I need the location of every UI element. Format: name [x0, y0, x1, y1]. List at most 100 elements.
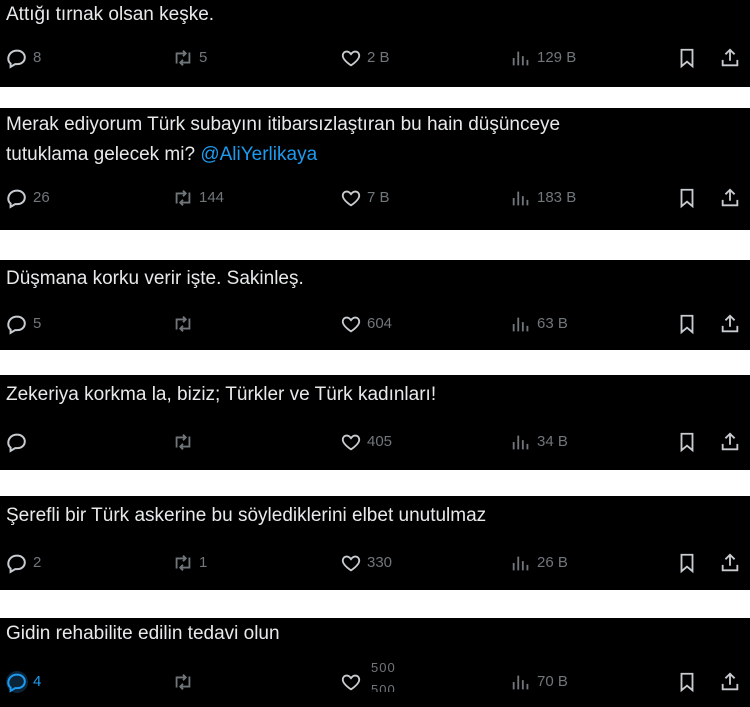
- bookmark-icon: [680, 553, 694, 574]
- retweet-button[interactable]: 5: [172, 46, 207, 70]
- retweet-button[interactable]: [172, 430, 199, 454]
- reply-icon: [7, 189, 26, 209]
- reply-icon: [7, 49, 26, 69]
- share-icon: [721, 314, 739, 333]
- like-button[interactable]: [340, 670, 362, 694]
- action-bar: 26 144 7 B 183 B: [0, 186, 750, 210]
- share-icon: [721, 48, 739, 67]
- tweet-2[interactable]: Merak ediyorum Türk subayını itibarsızla…: [0, 108, 750, 230]
- retweet-icon: [175, 316, 191, 332]
- views-button[interactable]: 26 B: [510, 551, 568, 575]
- reply-button[interactable]: 2: [6, 551, 41, 575]
- reply-icon: [6, 671, 28, 693]
- views-count: 34 B: [537, 433, 568, 450]
- action-bar: 8 5 2 B 129 B: [0, 46, 750, 70]
- tweet-text: Merak ediyorum Türk subayını itibarsızla…: [6, 114, 561, 135]
- reply-count: 26: [33, 189, 50, 206]
- like-count: 2 B: [367, 49, 390, 66]
- reply-icon: [7, 433, 26, 453]
- tweet-text-continued: tutuklama gelecek mi?: [6, 144, 196, 165]
- share-icon: [721, 432, 739, 451]
- heart-icon: [341, 190, 361, 207]
- tweet-text: Düşmana korku verir işte. Sakinleş.: [6, 268, 304, 289]
- retweet-count: 144: [199, 189, 225, 206]
- views-count: 70 B: [537, 673, 568, 690]
- views-icon: [512, 191, 529, 206]
- views-button[interactable]: 63 B: [510, 312, 568, 336]
- action-bar: 2 1 330 26 B: [0, 551, 750, 575]
- heart-icon: [341, 434, 361, 451]
- share-button[interactable]: [719, 430, 741, 454]
- bookmark-icon: [680, 188, 694, 209]
- retweet-icon: [175, 674, 191, 690]
- views-icon: [512, 51, 529, 66]
- tweet-4[interactable]: Zekeriya korkma la, biziz; Türkler ve Tü…: [0, 375, 750, 470]
- tweet-text: Şerefli bir Türk askerine bu söyledikler…: [6, 505, 487, 526]
- retweet-icon: [175, 434, 191, 450]
- views-count: 183 B: [537, 189, 577, 206]
- tweet-text-line2: tutuklama gelecek mi? @AliYerlikaya: [6, 140, 740, 170]
- retweet-icon: [175, 50, 191, 66]
- reply-button[interactable]: 5: [6, 312, 41, 336]
- tweet-6[interactable]: Gidin rehabilite edilin tedavi olun 4 50…: [0, 618, 750, 707]
- views-icon: [512, 675, 529, 690]
- share-button[interactable]: [719, 670, 741, 694]
- like-button[interactable]: 604: [340, 312, 392, 336]
- share-button[interactable]: [719, 551, 741, 575]
- reply-icon: [7, 315, 26, 335]
- bookmark-button[interactable]: [676, 670, 698, 694]
- heart-icon: [341, 555, 361, 572]
- share-icon: [721, 188, 739, 207]
- reply-button[interactable]: 26: [6, 186, 50, 210]
- bookmark-button[interactable]: [676, 46, 698, 70]
- tweet-5[interactable]: Şerefli bir Türk askerine bu söyledikler…: [0, 496, 750, 590]
- views-button[interactable]: 129 B: [510, 46, 576, 70]
- retweet-button[interactable]: [172, 312, 199, 336]
- heart-icon: [341, 316, 361, 333]
- like-count: 7 B: [367, 189, 390, 206]
- like-button[interactable]: 330: [340, 551, 392, 575]
- action-bar: 5 604 63 B: [0, 312, 750, 336]
- views-button[interactable]: 183 B: [510, 186, 576, 210]
- tweet-3[interactable]: Düşmana korku verir işte. Sakinleş. 5 60…: [0, 260, 750, 350]
- bookmark-icon: [680, 672, 694, 693]
- action-bar: 4 500 500 70 B: [0, 661, 750, 694]
- like-count-animating-top: 500: [371, 660, 396, 675]
- reply-button[interactable]: 4: [6, 670, 41, 694]
- reply-count: 2: [33, 554, 42, 571]
- share-button[interactable]: [719, 312, 741, 336]
- like-button[interactable]: 2 B: [340, 46, 390, 70]
- like-count-animating-bottom: 500: [371, 684, 396, 692]
- bookmark-button[interactable]: [676, 430, 698, 454]
- action-bar: 405 34 B: [0, 430, 750, 454]
- bookmark-button[interactable]: [676, 186, 698, 210]
- views-button[interactable]: 70 B: [510, 670, 568, 694]
- share-icon: [721, 553, 739, 572]
- retweet-button[interactable]: 1: [172, 551, 207, 575]
- retweet-count: 1: [199, 554, 208, 571]
- heart-icon: [341, 674, 361, 691]
- tweet-text: Zekeriya korkma la, biziz; Türkler ve Tü…: [6, 384, 437, 405]
- retweet-icon: [175, 190, 191, 206]
- bookmark-icon: [680, 432, 694, 453]
- share-icon: [721, 672, 739, 691]
- tweet-1[interactable]: Attığı tırnak olsan keşke. 8 5 2 B 129 B: [0, 0, 750, 87]
- bookmark-button[interactable]: [676, 312, 698, 336]
- views-count: 63 B: [537, 315, 568, 332]
- retweet-button[interactable]: 144: [172, 186, 224, 210]
- reply-button[interactable]: 8: [6, 46, 41, 70]
- reply-button[interactable]: [6, 430, 33, 454]
- retweet-button[interactable]: [172, 670, 199, 694]
- bookmark-icon: [680, 48, 694, 69]
- share-button[interactable]: [719, 46, 741, 70]
- like-button[interactable]: 405: [340, 430, 392, 454]
- share-button[interactable]: [719, 186, 741, 210]
- tweet-text: Gidin rehabilite edilin tedavi olun: [6, 623, 280, 644]
- views-button[interactable]: 34 B: [510, 430, 568, 454]
- views-icon: [512, 556, 529, 571]
- mention-link[interactable]: @AliYerlikaya: [200, 144, 317, 165]
- retweet-count: 5: [199, 49, 208, 66]
- like-button[interactable]: 7 B: [340, 186, 390, 210]
- like-count: 330: [367, 554, 393, 571]
- bookmark-button[interactable]: [676, 551, 698, 575]
